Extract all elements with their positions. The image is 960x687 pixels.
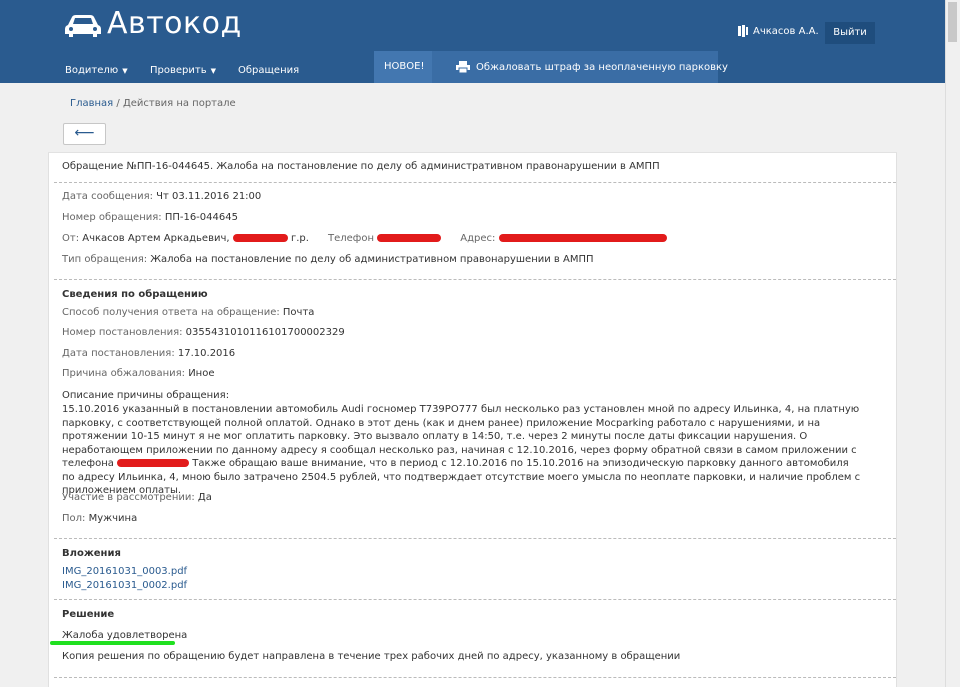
description-text: 15.10.2016 указанный в постановлении авт… [62,403,862,498]
back-button[interactable]: ⟵ [63,123,106,145]
request-number-label: Номер обращения: [62,212,162,223]
breadcrumb-separator: / [116,98,120,109]
user-icon [738,25,748,37]
participation: Участие в рассмотрении: Да [62,492,212,503]
phone-label: Телефон [327,233,374,244]
gender: Пол: Мужчина [62,513,137,524]
back-arrow-icon: ⟵ [74,125,95,141]
attachments-heading: Вложения [62,548,121,559]
divider [54,599,896,600]
decision-heading: Решение [62,609,115,620]
decree-date: Дата постановления: 17.10.2016 [62,348,235,359]
participation-label: Участие в рассмотрении: [62,492,195,503]
from-suffix: г.р. [290,233,309,244]
nav-item-label: Водителю [65,65,119,76]
description-label: Описание причины обращения: [62,390,230,401]
divider [54,538,896,539]
redaction-mark [377,234,442,242]
participation-value: Да [197,492,212,503]
decree-date-value: 17.10.2016 [177,348,236,359]
nav-item-label: Проверить [150,65,207,76]
from-value: Ачкасов Артем Аркадьевич, [82,233,230,244]
decree-number-value: 0355431010116101700002329 [185,327,345,338]
redaction-mark [232,234,288,242]
nav-item-requests[interactable]: Обращения [238,65,299,76]
printer-icon [456,61,470,73]
card-toolbar [48,116,897,153]
appeal-reason: Причина обжалования: Иное [62,368,214,379]
divider [54,677,896,678]
appeal-reason-value: Иное [188,368,215,379]
nav-item-check[interactable]: Проверить ▼ [150,65,216,76]
decision-note: Копия решения по обращению будет направл… [62,651,681,662]
decision-status: Жалоба удовлетворена [62,630,188,641]
logo-text[interactable]: Автокод [107,6,242,41]
request-type-value: Жалоба на постановление по делу об админ… [150,254,594,265]
chevron-down-icon: ▼ [122,67,128,75]
answer-method: Способ получения ответа на обращение: По… [62,307,314,318]
address-label: Адрес: [460,233,496,244]
gender-label: Пол: [62,513,86,524]
decree-number: Номер постановления: 0355431010116101700… [62,327,345,338]
new-badge: НОВОЕ! [374,51,440,83]
details-heading: Сведения по обращению [62,289,208,300]
request-number: Номер обращения: ПП-16-044645 [62,212,238,223]
scrollbar-thumb[interactable] [948,2,957,42]
breadcrumb-current: Действия на портале [122,98,236,109]
logout-button[interactable]: Выйти [825,22,875,44]
divider [54,182,896,183]
breadcrumb-home[interactable]: Главная [70,98,113,109]
request-type-label: Тип обращения: [62,254,148,265]
gender-value: Мужчина [88,513,138,524]
promo-label[interactable]: Обжаловать штраф за неоплаченную парковк… [476,62,728,73]
request-date: Дата сообщения: Чт 03.11.2016 21:00 [62,191,261,202]
from-label: От: [62,233,80,244]
user-name: Ачкасов А.А. [753,25,819,37]
request-date-value: Чт 03.11.2016 21:00 [156,191,262,202]
request-from: От: Ачкасов Артем Аркадьевич, г.р. Телеф… [62,233,667,244]
car-logo-icon[interactable] [64,13,102,39]
request-date-label: Дата сообщения: [62,191,153,202]
chevron-down-icon: ▼ [210,67,216,75]
nav-item-label: Обращения [238,65,300,76]
redaction-mark [498,234,667,242]
breadcrumb: Главная / Действия на портале [70,98,236,109]
decree-date-label: Дата постановления: [62,348,175,359]
answer-method-value: Почта [282,307,315,318]
attachment-link[interactable]: IMG_20161031_0002.pdf [62,580,187,591]
highlight-mark [50,641,175,645]
scrollbar[interactable] [945,0,960,687]
request-type: Тип обращения: Жалоба на постановление п… [62,254,594,265]
request-number-value: ПП-16-044645 [164,212,238,223]
answer-method-label: Способ получения ответа на обращение: [62,307,280,318]
request-title: Обращение №ПП-16-044645. Жалоба на поста… [62,161,660,172]
attachment-link[interactable]: IMG_20161031_0003.pdf [62,566,187,577]
divider [54,279,896,280]
nav-item-driver[interactable]: Водителю ▼ [65,65,128,76]
decree-number-label: Номер постановления: [62,327,183,338]
user-menu[interactable]: Ачкасов А.А. [738,25,819,37]
redaction-mark [117,459,190,467]
appeal-reason-label: Причина обжалования: [62,368,185,379]
